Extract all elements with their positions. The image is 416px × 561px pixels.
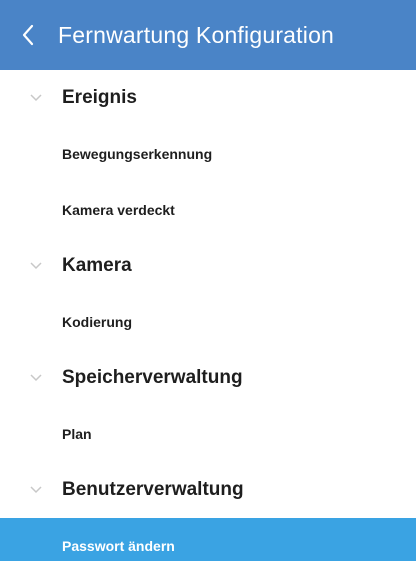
section-header-benutzerverwaltung[interactable]: Benutzerverwaltung — [0, 462, 416, 518]
chevron-down-icon — [28, 370, 44, 386]
app-header: Fernwartung Konfiguration — [0, 0, 416, 70]
menu-item-label: Kodierung — [62, 314, 132, 330]
app-window: Fernwartung Konfiguration Ereignis Beweg… — [0, 0, 416, 561]
menu-item-bewegungserkennung[interactable]: Bewegungserkennung — [0, 126, 416, 182]
menu-item-kodierung[interactable]: Kodierung — [0, 294, 416, 350]
section-title: Benutzerverwaltung — [62, 479, 244, 500]
menu-item-label: Kamera verdeckt — [62, 202, 175, 218]
chevron-down-icon — [28, 90, 44, 106]
menu-item-label: Passwort ändern — [62, 538, 175, 554]
chevron-down-icon — [28, 258, 44, 274]
back-button[interactable] — [0, 0, 56, 70]
chevron-left-icon — [21, 24, 35, 46]
section-title: Ereignis — [62, 87, 137, 108]
settings-menu: Ereignis Bewegungserkennung Kamera verde… — [0, 70, 416, 561]
page-title: Fernwartung Konfiguration — [58, 21, 335, 48]
menu-item-passwort-aendern[interactable]: Passwort ändern — [0, 518, 416, 561]
menu-item-kamera-verdeckt[interactable]: Kamera verdeckt — [0, 182, 416, 238]
chevron-down-icon — [28, 482, 44, 498]
menu-item-label: Bewegungserkennung — [62, 146, 213, 162]
section-header-kamera[interactable]: Kamera — [0, 238, 416, 294]
section-header-ereignis[interactable]: Ereignis — [0, 70, 416, 126]
section-title: Speicherverwaltung — [62, 367, 243, 388]
menu-item-plan[interactable]: Plan — [0, 406, 416, 462]
section-title: Kamera — [62, 255, 132, 276]
menu-item-label: Plan — [62, 426, 92, 442]
section-header-speicherverwaltung[interactable]: Speicherverwaltung — [0, 350, 416, 406]
